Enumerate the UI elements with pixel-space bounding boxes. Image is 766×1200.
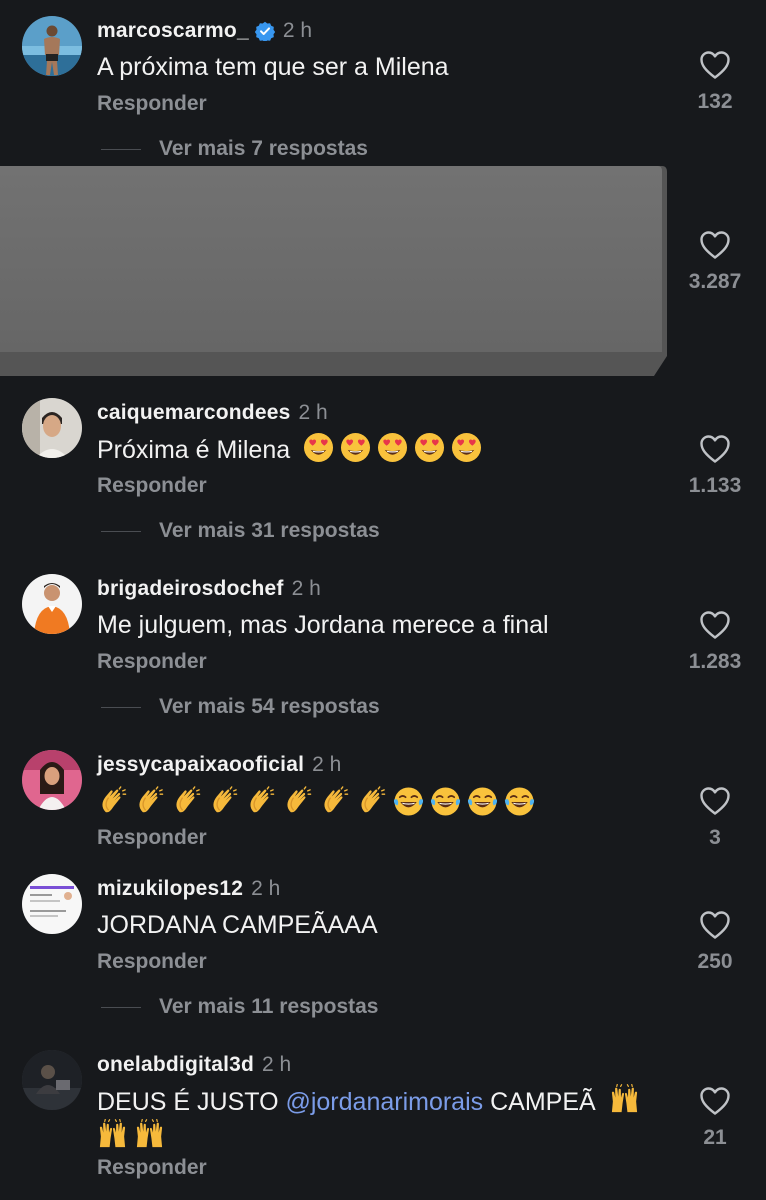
comment-item: jessycapaixaooficial 2 h Responder 3 xyxy=(0,750,766,860)
verified-badge-icon xyxy=(254,21,275,41)
comment-item: marcoscarmo_ 2 h A próxima tem que ser a… xyxy=(0,16,766,166)
timestamp: 2 h xyxy=(282,19,313,42)
like-count: 250 xyxy=(697,950,733,973)
view-more-replies-button[interactable]: Ver mais 31 respostas xyxy=(101,516,380,546)
heart-icon[interactable] xyxy=(699,910,731,940)
divider xyxy=(101,706,141,708)
tears-of-joy-emoji-icon xyxy=(393,786,424,817)
raising-hands-emoji-icon xyxy=(97,1119,128,1150)
heart-icon[interactable] xyxy=(699,786,731,816)
clapping-hands-emoji-icon xyxy=(171,786,202,817)
username[interactable]: caiquemarcondees xyxy=(97,401,290,425)
clapping-hands-emoji-icon xyxy=(208,786,239,817)
reply-button[interactable]: Responder xyxy=(97,826,207,850)
like-count: 21 xyxy=(703,1126,727,1149)
like-group: 21 xyxy=(666,1086,764,1150)
comment-item: mizukilopes12 2 h JORDANA CAMPEÃAAA Resp… xyxy=(0,874,766,1024)
like-group: 250 xyxy=(666,910,764,974)
clapping-hands-emoji-icon xyxy=(97,786,128,817)
like-count: 1.283 xyxy=(688,650,742,673)
comment-item: onelabdigital3d 2 h DEUS É JUSTO @jordan… xyxy=(0,1050,766,1200)
divider xyxy=(101,148,141,150)
username[interactable]: onelabdigital3d xyxy=(97,1053,254,1077)
like-count: 3.287 xyxy=(688,270,742,293)
avatar[interactable] xyxy=(22,874,82,934)
like-group: 1.133 xyxy=(666,434,764,498)
comments-list: marcoscarmo_ 2 h A próxima tem que ser a… xyxy=(0,0,766,1200)
heart-eyes-emoji-icon xyxy=(414,432,445,463)
heart-icon[interactable] xyxy=(699,434,731,464)
avatar[interactable] xyxy=(22,1050,82,1110)
raising-hands-emoji-icon xyxy=(609,1084,640,1115)
like-count: 1.133 xyxy=(688,474,742,497)
clapping-hands-emoji-icon xyxy=(282,786,313,817)
comment-text-content: DEUS É JUSTO xyxy=(97,1088,286,1116)
divider xyxy=(101,1006,141,1008)
like-group: 3 xyxy=(666,786,764,850)
reply-button[interactable]: Responder xyxy=(97,950,207,974)
avatar[interactable] xyxy=(22,574,82,634)
reply-button[interactable]: Responder xyxy=(97,474,207,498)
redaction-box xyxy=(0,166,667,376)
username[interactable]: brigadeirosdochef xyxy=(97,577,284,601)
timestamp: 2 h xyxy=(291,577,321,600)
clapping-hands-emoji-icon xyxy=(245,786,276,817)
reply-button[interactable]: Responder xyxy=(97,92,207,116)
mention-link[interactable]: @jordanarimorais xyxy=(285,1088,483,1116)
comment-item: brigadeirosdochef 2 h Me julguem, mas Jo… xyxy=(0,574,766,724)
avatar[interactable] xyxy=(22,16,82,76)
username[interactable]: marcoscarmo_ xyxy=(97,19,249,43)
emoji-row xyxy=(303,436,488,464)
heart-eyes-emoji-icon xyxy=(451,432,482,463)
clapping-hands-emoji-icon xyxy=(134,786,165,817)
like-count: 132 xyxy=(697,90,733,113)
heart-icon[interactable] xyxy=(699,230,731,260)
heart-icon[interactable] xyxy=(699,50,731,80)
comment-text: JORDANA CAMPEÃAAA xyxy=(97,911,378,939)
username[interactable]: jessycapaixaooficial xyxy=(97,753,304,777)
divider xyxy=(101,530,141,532)
comment-text: Próxima é Milena xyxy=(97,432,667,467)
avatar[interactable] xyxy=(22,750,82,810)
clapping-hands-emoji-icon xyxy=(356,786,387,817)
clapping-hands-emoji-icon xyxy=(319,786,350,817)
heart-eyes-emoji-icon xyxy=(303,432,334,463)
comment-text-content: Próxima é Milena xyxy=(97,436,291,464)
comment-emoji-row xyxy=(97,786,667,821)
view-more-replies-label: Ver mais 54 respostas xyxy=(159,695,380,718)
heart-icon[interactable] xyxy=(699,1086,731,1116)
timestamp: 2 h xyxy=(262,1053,292,1076)
heart-eyes-emoji-icon xyxy=(340,432,371,463)
view-more-replies-button[interactable]: Ver mais 11 respostas xyxy=(101,992,379,1022)
avatar[interactable] xyxy=(22,398,82,458)
reply-button[interactable]: Responder xyxy=(97,1156,207,1180)
like-group: 1.283 xyxy=(666,610,764,674)
comment-text: Me julguem, mas Jordana merece a final xyxy=(97,611,549,639)
like-group: 3.287 xyxy=(666,230,764,294)
comment-text: A próxima tem que ser a Milena xyxy=(97,53,449,81)
view-more-replies-label: Ver mais 7 respostas xyxy=(159,137,368,160)
raising-hands-emoji-icon xyxy=(134,1119,165,1150)
view-more-replies-button[interactable]: Ver mais 54 respostas xyxy=(101,692,380,722)
tears-of-joy-emoji-icon xyxy=(504,786,535,817)
timestamp: 2 h xyxy=(251,877,281,900)
view-more-replies-label: Ver mais 31 respostas xyxy=(159,519,380,542)
like-group: 132 xyxy=(666,50,764,114)
view-more-replies-button[interactable]: Ver mais 7 respostas xyxy=(101,134,368,164)
tears-of-joy-emoji-icon xyxy=(467,786,498,817)
comment-text: DEUS É JUSTO @jordanarimorais CAMPEÃ xyxy=(97,1084,667,1154)
timestamp: 2 h xyxy=(298,401,328,424)
username[interactable]: mizukilopes12 xyxy=(97,877,243,901)
like-count: 3 xyxy=(709,826,721,849)
heart-icon[interactable] xyxy=(699,610,731,640)
heart-eyes-emoji-icon xyxy=(377,432,408,463)
timestamp: 2 h xyxy=(312,753,342,776)
tears-of-joy-emoji-icon xyxy=(430,786,461,817)
comment-text-content: CAMPEÃ xyxy=(483,1088,596,1116)
comment-item: caiquemarcondees 2 h Próxima é Milena Re… xyxy=(0,398,766,548)
reply-button[interactable]: Responder xyxy=(97,650,207,674)
view-more-replies-label: Ver mais 11 respostas xyxy=(159,995,379,1018)
